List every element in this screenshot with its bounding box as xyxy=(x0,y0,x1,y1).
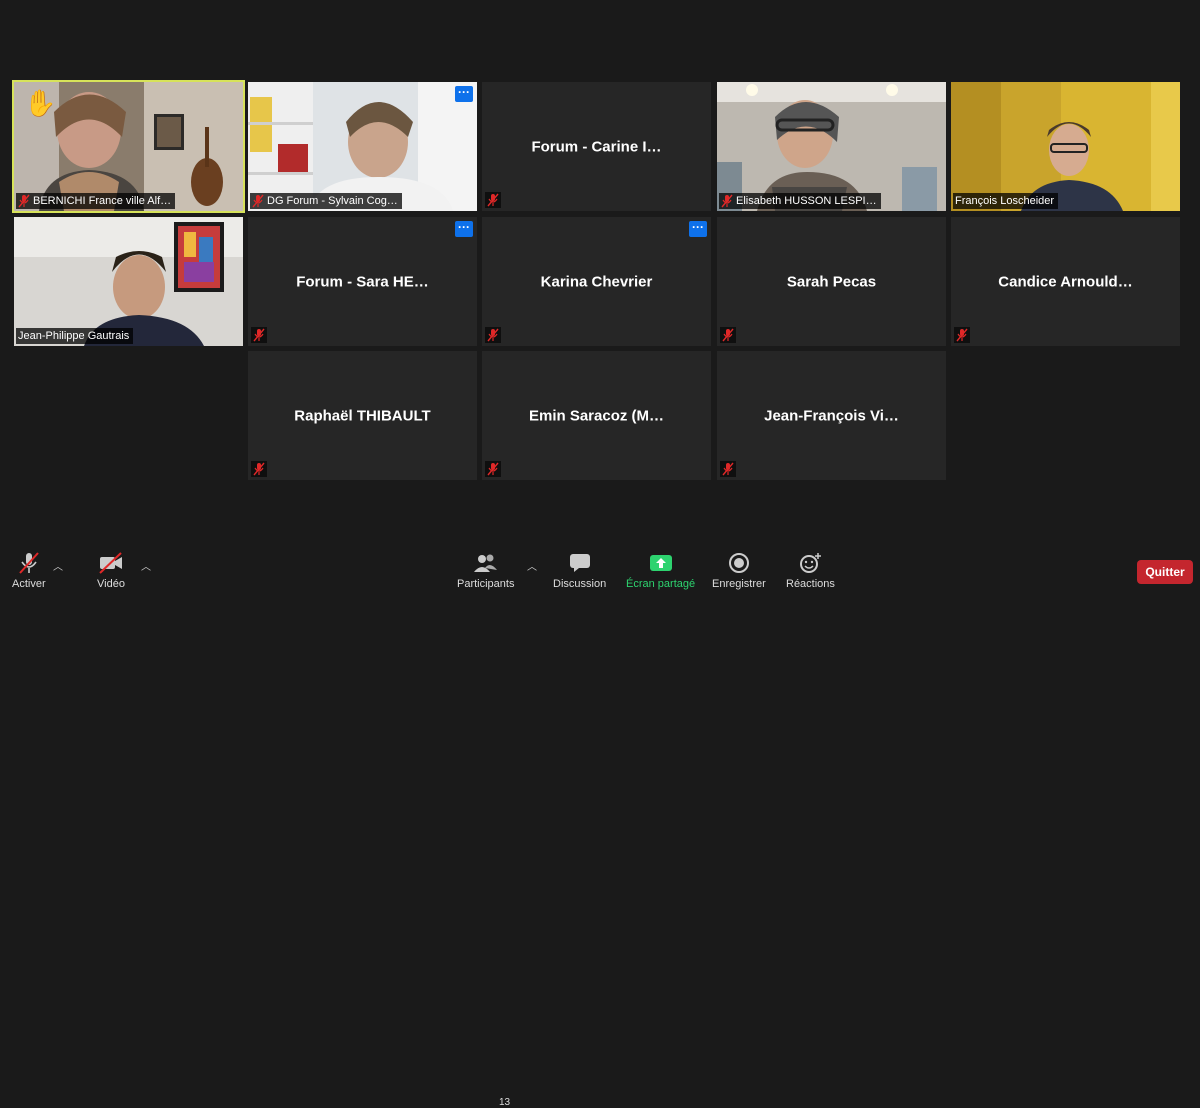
participant-tile[interactable]: ✋ BERNICHI France ville Alf… xyxy=(12,80,245,213)
more-options-button[interactable]: ··· xyxy=(455,221,473,237)
participant-name-label: DG Forum - Sylvain Cog… xyxy=(250,193,402,209)
participants-button[interactable]: Participants xyxy=(457,550,514,590)
audio-options-chevron-icon[interactable]: ︿ xyxy=(53,558,63,573)
participant-name: Sarah Pecas xyxy=(786,273,877,290)
participant-tile[interactable]: Forum - Carine I… xyxy=(482,82,711,211)
muted-mic-icon xyxy=(485,327,501,343)
participant-tile[interactable]: Jean-François Vi… xyxy=(717,351,946,480)
more-options-button[interactable]: ··· xyxy=(689,221,707,237)
participant-tile[interactable]: ··· Karina Chevrier xyxy=(482,217,711,346)
muted-mic-icon xyxy=(720,327,736,343)
video-options-chevron-icon[interactable]: ︿ xyxy=(141,558,151,573)
participant-tile[interactable]: ··· DG Forum - Sylvain Cog… xyxy=(248,82,477,211)
participant-tile[interactable]: Candice Arnould… xyxy=(951,217,1180,346)
participant-name-label: Jean-Philippe Gautrais xyxy=(16,328,134,344)
participant-name: Emin Saracoz (M… xyxy=(528,407,665,424)
muted-mic-icon xyxy=(18,194,30,208)
participant-video xyxy=(951,82,1180,211)
record-button[interactable]: Enregistrer xyxy=(712,550,766,590)
raised-hand-icon: ✋ xyxy=(24,88,57,118)
share-screen-icon xyxy=(649,550,673,576)
participants-options-chevron-icon[interactable]: ︿ xyxy=(527,558,537,573)
participant-tile[interactable]: ··· Forum - Sara HE… xyxy=(248,217,477,346)
participant-name: Forum - Carine I… xyxy=(531,138,662,155)
start-video-button[interactable]: Vidéo xyxy=(97,550,125,590)
share-screen-button[interactable]: Écran partagé xyxy=(626,550,695,590)
participant-name: Karina Chevrier xyxy=(540,273,653,290)
participant-tile[interactable]: François Loscheider xyxy=(951,82,1180,211)
participant-name-label: Elisabeth HUSSON LESPI… xyxy=(719,193,881,209)
participant-tile[interactable]: Raphaël THIBAULT xyxy=(248,351,477,480)
participant-video xyxy=(248,82,477,211)
participant-video xyxy=(717,82,946,211)
participants-count: 13 xyxy=(499,1097,511,1108)
record-icon xyxy=(728,550,750,576)
muted-mic-icon xyxy=(485,461,501,477)
muted-mic-icon xyxy=(251,461,267,477)
gallery-view: ✋ BERNICHI France ville Alf… ··· DG Foru… xyxy=(0,0,1200,540)
participant-name: Raphaël THIBAULT xyxy=(294,407,431,424)
participant-tile[interactable]: Jean-Philippe Gautrais xyxy=(14,217,243,346)
muted-mic-icon xyxy=(17,550,41,576)
unmute-button[interactable]: Activer xyxy=(12,550,46,590)
participant-tile[interactable]: Emin Saracoz (M… xyxy=(482,351,711,480)
muted-mic-icon xyxy=(251,327,267,343)
participant-name-label: François Loscheider xyxy=(953,193,1059,209)
muted-mic-icon xyxy=(720,461,736,477)
muted-mic-icon xyxy=(721,194,733,208)
participant-name-label: BERNICHI France ville Alf… xyxy=(16,193,176,209)
participant-video xyxy=(14,217,243,346)
muted-mic-icon xyxy=(954,327,970,343)
participant-tile[interactable]: Elisabeth HUSSON LESPI… xyxy=(717,82,946,211)
chat-icon xyxy=(569,550,591,576)
muted-mic-icon xyxy=(485,192,501,208)
video-off-icon xyxy=(98,550,124,576)
participant-tile[interactable]: Sarah Pecas xyxy=(717,217,946,346)
chat-button[interactable]: Discussion xyxy=(553,550,606,590)
leave-meeting-button[interactable]: Quitter xyxy=(1137,560,1193,584)
participants-icon xyxy=(473,550,499,576)
participant-name: Forum - Sara HE… xyxy=(296,273,429,290)
muted-mic-icon xyxy=(252,194,264,208)
participant-name: Candice Arnould… xyxy=(998,273,1133,290)
reactions-button[interactable]: Réactions xyxy=(786,550,835,590)
meeting-toolbar: Activer ︿ Vidéo ︿ Participants 13 ︿ Disc… xyxy=(0,540,1200,1108)
emoji-reaction-icon xyxy=(798,550,822,576)
participant-name: Jean-François Vi… xyxy=(764,407,899,424)
more-options-button[interactable]: ··· xyxy=(455,86,473,102)
